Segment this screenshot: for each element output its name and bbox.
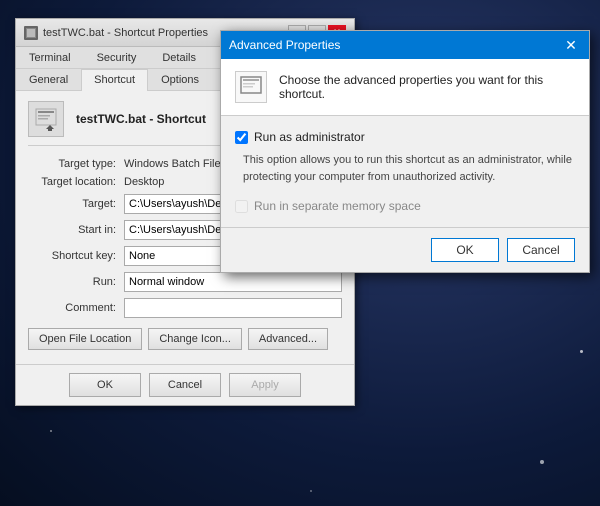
target-type-value: Windows Batch File: [124, 158, 221, 170]
run-as-admin-row: Run as administrator: [235, 130, 575, 144]
shortcut-window-title: testTWC.bat - Shortcut Properties: [43, 27, 208, 39]
advanced-dialog-footer: OK Cancel: [221, 227, 589, 272]
run-separate-memory-checkbox: [235, 200, 248, 213]
run-as-admin-label: Run as administrator: [254, 130, 365, 144]
advanced-header-text: Choose the advanced properties you want …: [279, 73, 575, 101]
advanced-close-button[interactable]: ✕: [561, 36, 581, 54]
shortcut-key-label: Shortcut key:: [28, 250, 124, 262]
advanced-header-icon: [235, 71, 267, 103]
advanced-dialog-titlebar: Advanced Properties ✕: [221, 31, 589, 59]
open-file-location-button[interactable]: Open File Location: [28, 328, 142, 350]
tab-terminal[interactable]: Terminal: [16, 47, 84, 68]
advanced-properties-dialog: Advanced Properties ✕ Choose the advance…: [220, 30, 590, 273]
run-as-admin-checkbox[interactable]: [235, 131, 248, 144]
run-row: Run:: [28, 272, 342, 292]
comment-row: Comment:: [28, 298, 342, 318]
advanced-dialog-body: Run as administrator This option allows …: [221, 116, 589, 227]
advanced-dialog-header: Choose the advanced properties you want …: [221, 59, 589, 116]
tab-general[interactable]: General: [16, 69, 81, 90]
comment-input[interactable]: [124, 298, 342, 318]
run-label: Run:: [28, 276, 124, 288]
shortcut-icon: [28, 101, 64, 137]
run-separate-memory-row: Run in separate memory space: [235, 199, 575, 213]
apply-button[interactable]: Apply: [229, 373, 301, 397]
comment-label: Comment:: [28, 302, 124, 314]
advanced-ok-button[interactable]: OK: [431, 238, 499, 262]
advanced-cancel-button[interactable]: Cancel: [507, 238, 575, 262]
advanced-dialog-title: Advanced Properties: [229, 38, 340, 52]
action-buttons: Open File Location Change Icon... Advanc…: [28, 328, 342, 350]
window-title-left: testTWC.bat - Shortcut Properties: [24, 26, 208, 40]
run-as-admin-description: This option allows you to run this short…: [243, 152, 575, 185]
shortcut-window-icon: [24, 26, 38, 40]
target-location-value: Desktop: [124, 176, 164, 188]
tab-details[interactable]: Details: [149, 47, 209, 68]
tab-security[interactable]: Security: [84, 47, 150, 68]
ok-button[interactable]: OK: [69, 373, 141, 397]
start-in-label: Start in:: [28, 224, 124, 236]
change-icon-button[interactable]: Change Icon...: [148, 328, 242, 350]
bottom-buttons: OK Cancel Apply: [16, 364, 354, 405]
shortcut-name: testTWC.bat - Shortcut: [76, 112, 206, 126]
cancel-button[interactable]: Cancel: [149, 373, 221, 397]
tab-shortcut[interactable]: Shortcut: [81, 69, 148, 91]
target-type-label: Target type:: [28, 158, 124, 170]
tab-options[interactable]: Options: [148, 69, 212, 90]
target-location-label: Target location:: [28, 176, 124, 188]
run-separate-memory-label: Run in separate memory space: [254, 199, 421, 213]
advanced-button[interactable]: Advanced...: [248, 328, 328, 350]
target-label: Target:: [28, 198, 124, 210]
run-input[interactable]: [124, 272, 342, 292]
